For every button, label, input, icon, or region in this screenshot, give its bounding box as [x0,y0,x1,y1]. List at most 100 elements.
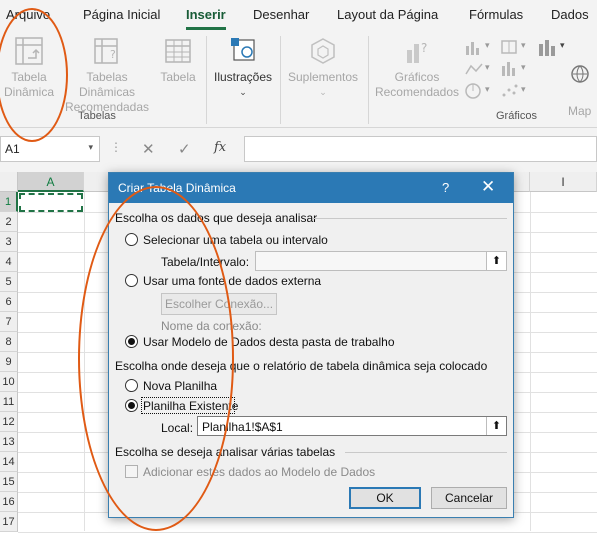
tab-layout-da-pagina[interactable]: Layout da Página [337,7,438,22]
row-header-4[interactable]: 4 [0,252,18,272]
row-header-6[interactable]: 6 [0,292,18,312]
select-all-corner[interactable] [0,172,18,192]
line-chart-caret-icon[interactable]: ▾ [485,62,490,73]
ok-button[interactable]: OK [349,487,421,509]
collapse-dialog-location-icon[interactable]: ⬆ [486,417,506,435]
illustrations-button[interactable]: Ilustrações ⌄ [212,36,274,100]
radio-data-model[interactable] [125,335,138,348]
tab-pagina-inicial[interactable]: Página Inicial [83,7,160,22]
select-table-range-label[interactable]: Selecionar uma tabela ou intervalo [143,233,328,247]
cancel-entry-icon[interactable]: ✕ [142,140,155,158]
dialog-title-bar: Criar Tabela Dinâmica ? ✕ [109,173,513,203]
table-label: Tabela [160,70,196,84]
radio-new-sheet[interactable] [125,379,138,392]
group-label-tabelas: Tabelas [78,110,116,122]
row-header-5[interactable]: 5 [0,272,18,292]
radio-existing-sheet[interactable] [125,399,138,412]
table-range-label: Tabela/Intervalo: [161,255,250,269]
collapse-dialog-icon[interactable]: ⬆ [486,252,506,270]
illustrations-label: Ilustrações [213,70,273,84]
pie-chart-icon[interactable] [464,82,484,100]
ribbon-separator [368,36,369,124]
connection-name-label: Nome da conexão: [161,319,262,333]
row-header-2[interactable]: 2 [0,212,18,232]
pivot-table-button[interactable]: Tabela Dinâmica [2,36,56,100]
scatter-chart-caret-icon[interactable]: ▾ [521,84,526,95]
row-header-10[interactable]: 10 [0,372,18,392]
add-to-data-model-label[interactable]: Adicionar estes dados ao Modelo de Dados [143,465,375,479]
active-cell-a1[interactable] [19,193,83,212]
add-to-data-model-checkbox[interactable] [125,465,138,478]
formula-input[interactable] [244,136,597,162]
line-chart-icon[interactable] [464,60,484,78]
row-header-7[interactable]: 7 [0,312,18,332]
svg-text:?: ? [110,48,116,61]
data-model-label[interactable]: Usar Modelo de Dados desta pasta de trab… [143,335,395,349]
row-header-3[interactable]: 3 [0,232,18,252]
row-header-13[interactable]: 13 [0,432,18,452]
maps-label: Map [568,104,592,118]
table-button[interactable]: Tabela [158,36,198,85]
section-multiple-tables: Escolha se deseja analisar várias tabela… [115,445,336,459]
column-header-a[interactable]: A [18,172,84,192]
illustrations-caret-icon: ⌄ [239,87,247,97]
row-header-8[interactable]: 8 [0,332,18,352]
addins-caret-icon: ⌄ [319,87,327,97]
pie-chart-caret-icon[interactable]: ▾ [485,84,490,95]
radio-select-table-range[interactable] [125,233,138,246]
hierarchy-chart-icon[interactable] [500,38,520,56]
tab-arquivo[interactable]: Arquivo [6,7,50,22]
recommended-pivot-tables-button[interactable]: ? Tabelas Dinâmicas Recomendadas [58,36,156,115]
pivot-table-icon [15,37,43,65]
row-header-16[interactable]: 16 [0,492,18,512]
row-header-17[interactable]: 17 [0,512,18,532]
grid-line [530,192,531,531]
row-header-14[interactable]: 14 [0,452,18,472]
confirm-entry-icon[interactable]: ✓ [178,140,191,158]
row-header-15[interactable]: 15 [0,472,18,492]
recommended-charts-label-2: Recomendados [374,85,460,99]
table-icon [165,39,191,63]
column-chart-caret-icon[interactable]: ▾ [485,40,490,51]
radio-external-source[interactable] [125,274,138,287]
cancel-button[interactable]: Cancelar [431,487,507,509]
location-input[interactable]: Planilha1!$A$1 ⬆ [197,416,507,436]
addins-icon [311,38,335,64]
statistic-chart-caret-icon[interactable]: ▾ [521,62,526,73]
tab-inserir[interactable]: Inserir [186,7,226,22]
close-icon[interactable]: ✕ [481,177,495,197]
external-source-label[interactable]: Usar uma fonte de dados externa [143,274,321,288]
pivot-chart-caret-icon[interactable]: ▾ [560,40,565,51]
name-box-value: A1 [5,142,20,156]
column-header-i[interactable]: I [530,172,597,192]
pivot-chart-icon[interactable] [536,36,560,60]
column-chart-icon[interactable] [464,38,484,56]
existing-sheet-label[interactable]: Planilha Existente [143,399,238,413]
tab-formulas[interactable]: Fórmulas [469,7,523,22]
name-box-dropdown-icon[interactable]: ▾ [88,142,93,153]
pivot-table-label-2: Dinâmica [3,85,54,99]
insert-function-icon[interactable]: fx [214,140,226,155]
ribbon-separator [206,36,207,124]
choose-connection-button[interactable]: Escolher Conexão... [161,293,277,315]
tab-dados[interactable]: Dados [551,7,589,22]
tab-desenhar[interactable]: Desenhar [253,7,309,22]
location-value: Planilha1!$A$1 [202,420,283,434]
name-box[interactable]: A1 ▾ [0,136,100,162]
row-header-12[interactable]: 12 [0,412,18,432]
table-range-input[interactable]: ⬆ [255,251,507,271]
grid-line [84,192,85,531]
hierarchy-chart-caret-icon[interactable]: ▾ [521,40,526,51]
row-header-9[interactable]: 9 [0,352,18,372]
ribbon-separator [280,36,281,124]
scatter-chart-icon[interactable] [500,82,520,100]
new-sheet-label[interactable]: Nova Planilha [143,379,217,393]
recommended-charts-label-1: Gráficos [394,70,440,84]
map-icon [571,65,589,83]
row-header-11[interactable]: 11 [0,392,18,412]
row-header-1[interactable]: 1 [0,192,18,212]
statistic-chart-icon[interactable] [500,60,520,78]
addins-button[interactable]: Suplementos ⌄ [286,36,360,100]
recommended-charts-button[interactable]: ? Gráficos Recomendados [372,36,462,100]
help-icon[interactable]: ? [442,180,449,195]
